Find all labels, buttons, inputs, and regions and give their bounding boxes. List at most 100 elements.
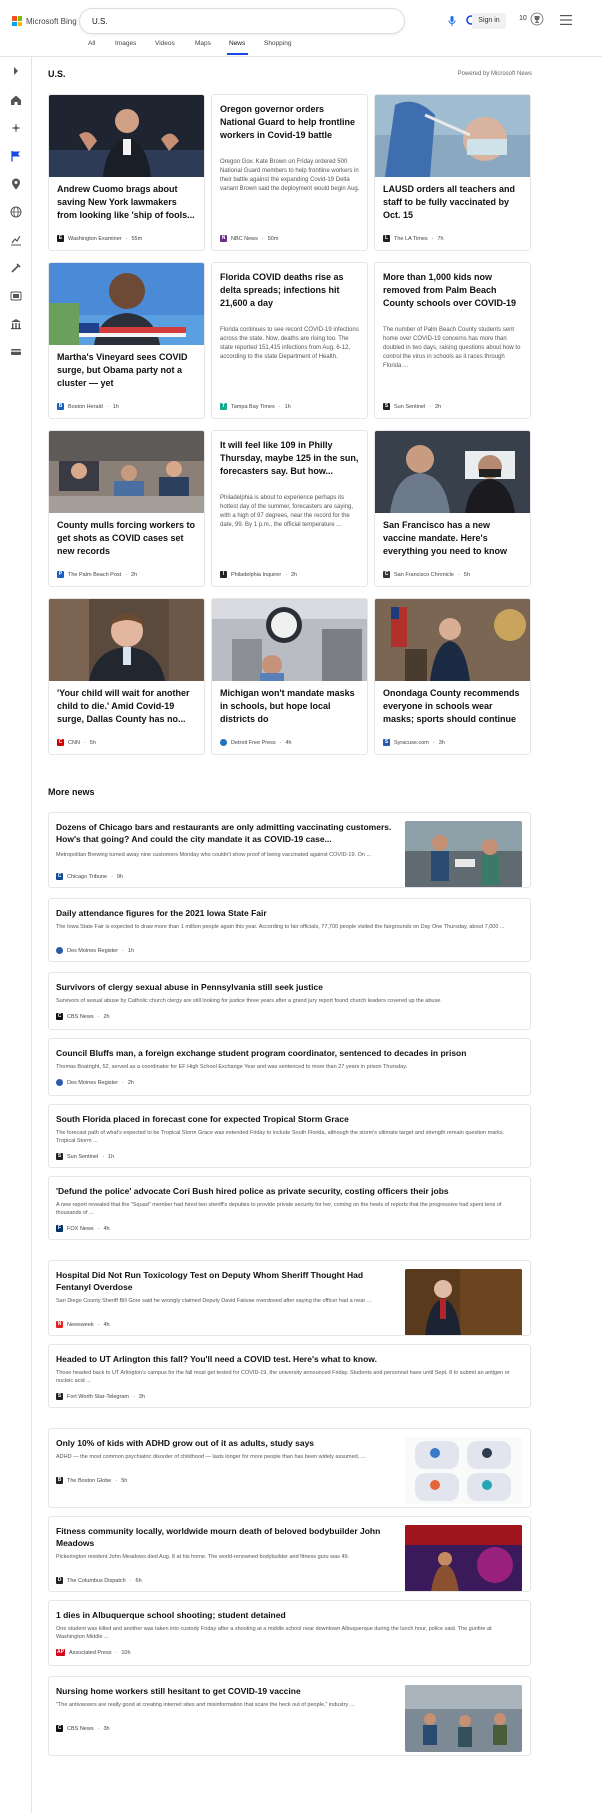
- search-input[interactable]: [92, 13, 332, 29]
- source-name[interactable]: The Columbus Dispatch: [67, 1578, 126, 1584]
- news-card[interactable]: 'Your child will wait for another child …: [48, 598, 205, 755]
- source-name[interactable]: FOX News: [67, 1226, 94, 1232]
- news-title[interactable]: South Florida placed in forecast cone fo…: [56, 1113, 526, 1125]
- source-name[interactable]: Washington Examiner: [68, 236, 122, 242]
- bing-logo[interactable]: Microsoft Bing: [12, 16, 77, 26]
- news-title[interactable]: Dozens of Chicago bars and restaurants a…: [56, 821, 406, 845]
- source-name[interactable]: Des Moines Register: [67, 948, 118, 954]
- news-card[interactable]: Onondaga County recommends everyone in s…: [374, 598, 531, 755]
- news-title[interactable]: Only 10% of kids with ADHD grow out of i…: [56, 1437, 396, 1449]
- rewards-trophy-icon[interactable]: [530, 12, 544, 26]
- science-icon[interactable]: [9, 261, 23, 275]
- source-name[interactable]: Newsweek: [67, 1322, 94, 1328]
- news-title[interactable]: Headed to UT Arlington this fall? You'll…: [56, 1353, 526, 1365]
- sign-in-button[interactable]: Sign in: [472, 13, 506, 29]
- news-title[interactable]: 'Your child will wait for another child …: [57, 687, 197, 726]
- news-title[interactable]: Florida COVID deaths rise as delta sprea…: [220, 271, 360, 310]
- source-name[interactable]: San Francisco Chronicle: [394, 572, 454, 578]
- home-icon[interactable]: [9, 93, 23, 107]
- flag-icon[interactable]: [9, 149, 23, 163]
- news-title[interactable]: Onondaga County recommends everyone in s…: [383, 687, 523, 726]
- politics-icon[interactable]: [9, 317, 23, 331]
- news-title[interactable]: Fitness community locally, worldwide mou…: [56, 1525, 401, 1549]
- more-news-item[interactable]: Dozens of Chicago bars and restaurants a…: [48, 812, 531, 888]
- news-card[interactable]: Oregon governor orders National Guard to…: [211, 94, 368, 251]
- news-title[interactable]: County mulls forcing workers to get shot…: [57, 519, 197, 558]
- news-title[interactable]: Nursing home workers still hesitant to g…: [56, 1685, 396, 1697]
- source-name[interactable]: Detroit Free Press: [231, 740, 276, 746]
- news-card[interactable]: Martha's Vineyard sees COVID surge, but …: [48, 262, 205, 419]
- source-name[interactable]: CNN: [68, 740, 80, 746]
- tab-maps[interactable]: Maps: [195, 40, 211, 47]
- news-title[interactable]: More than 1,000 kids now removed from Pa…: [383, 271, 523, 310]
- more-news-item[interactable]: Nursing home workers still hesitant to g…: [48, 1676, 531, 1756]
- microphone-icon[interactable]: [446, 15, 458, 27]
- tab-news[interactable]: News: [229, 40, 245, 47]
- news-card[interactable]: San Francisco has a new vaccine mandate.…: [374, 430, 531, 587]
- source-name[interactable]: Philadelphia Inquirer: [231, 572, 281, 578]
- source-name[interactable]: The LA Times: [394, 236, 428, 242]
- source-name[interactable]: Sun Sentinel: [67, 1154, 98, 1160]
- news-title[interactable]: Survivors of clergy sexual abuse in Penn…: [56, 981, 526, 993]
- news-card[interactable]: Michigan won't mandate masks in schools,…: [211, 598, 368, 755]
- source-name[interactable]: Syracuse.com: [394, 740, 429, 746]
- source-name[interactable]: Tampa Bay Times: [231, 404, 275, 410]
- more-news-item[interactable]: Survivors of clergy sexual abuse in Penn…: [48, 972, 531, 1030]
- tab-shopping[interactable]: Shopping: [264, 40, 291, 47]
- news-title[interactable]: 'Defund the police' advocate Cori Bush h…: [56, 1185, 526, 1197]
- globe-icon[interactable]: [9, 205, 23, 219]
- expand-icon[interactable]: [9, 64, 23, 78]
- news-title[interactable]: Council Bluffs man, a foreign exchange s…: [56, 1047, 526, 1059]
- news-source: B Boston Herald · 1h: [57, 403, 119, 410]
- news-title[interactable]: Hospital Did Not Run Toxicology Test on …: [56, 1269, 396, 1293]
- news-card[interactable]: More than 1,000 kids now removed from Pa…: [374, 262, 531, 419]
- news-card[interactable]: LAUSD orders all teachers and staff to b…: [374, 94, 531, 251]
- source-name[interactable]: The Boston Globe: [67, 1478, 111, 1484]
- business-icon[interactable]: [9, 233, 23, 247]
- location-icon[interactable]: [9, 177, 23, 191]
- more-news-item[interactable]: Council Bluffs man, a foreign exchange s…: [48, 1038, 531, 1096]
- news-card[interactable]: It will feel like 109 in Philly Thursday…: [211, 430, 368, 587]
- news-card[interactable]: Florida COVID deaths rise as delta sprea…: [211, 262, 368, 419]
- source-name[interactable]: CBS News: [67, 1014, 94, 1020]
- source-name[interactable]: Chicago Tribune: [67, 874, 107, 880]
- news-title[interactable]: It will feel like 109 in Philly Thursday…: [220, 439, 360, 478]
- more-news-item[interactable]: Only 10% of kids with ADHD grow out of i…: [48, 1428, 531, 1508]
- discover-icon[interactable]: [9, 121, 23, 135]
- news-title[interactable]: San Francisco has a new vaccine mandate.…: [383, 519, 523, 558]
- source-name[interactable]: NBC News: [231, 236, 258, 242]
- source-name[interactable]: Boston Herald: [68, 404, 103, 410]
- more-news-item[interactable]: Fitness community locally, worldwide mou…: [48, 1516, 531, 1592]
- source-name[interactable]: Des Moines Register: [67, 1080, 118, 1086]
- source-name[interactable]: The Palm Beach Post: [68, 572, 121, 578]
- tab-images[interactable]: Images: [115, 40, 136, 47]
- news-title[interactable]: Michigan won't mandate masks in schools,…: [220, 687, 360, 726]
- news-title[interactable]: Oregon governor orders National Guard to…: [220, 103, 360, 142]
- more-news-item[interactable]: 'Defund the police' advocate Cori Bush h…: [48, 1176, 531, 1240]
- news-title[interactable]: 1 dies in Albuquerque school shooting; s…: [56, 1609, 526, 1621]
- more-news-item[interactable]: Hospital Did Not Run Toxicology Test on …: [48, 1260, 531, 1336]
- news-title[interactable]: Daily attendance figures for the 2021 Io…: [56, 907, 526, 919]
- entertainment-icon[interactable]: [9, 289, 23, 303]
- more-news-item[interactable]: Daily attendance figures for the 2021 Io…: [48, 898, 531, 962]
- news-title[interactable]: Martha's Vineyard sees COVID surge, but …: [57, 351, 197, 390]
- source-name[interactable]: Sun Sentinel: [394, 404, 425, 410]
- more-news-item[interactable]: 1 dies in Albuquerque school shooting; s…: [48, 1600, 531, 1666]
- more-news-item[interactable]: South Florida placed in forecast cone fo…: [48, 1104, 531, 1168]
- source-name[interactable]: CBS News: [67, 1726, 94, 1732]
- money-icon[interactable]: [9, 345, 23, 359]
- more-news-item[interactable]: Headed to UT Arlington this fall? You'll…: [48, 1344, 531, 1408]
- tab-videos[interactable]: Videos: [155, 40, 175, 47]
- news-title[interactable]: LAUSD orders all teachers and staff to b…: [383, 183, 523, 222]
- news-age: 9h: [116, 873, 124, 880]
- menu-icon[interactable]: [560, 15, 572, 25]
- news-source: F FOX News · 4h: [56, 1225, 110, 1232]
- news-title[interactable]: Andrew Cuomo brags about saving New York…: [57, 183, 197, 222]
- news-card[interactable]: Andrew Cuomo brags about saving New York…: [48, 94, 205, 251]
- source-name[interactable]: Fort Worth Star-Telegram: [67, 1394, 129, 1400]
- source-name[interactable]: Associated Press: [69, 1650, 112, 1656]
- news-card[interactable]: County mulls forcing workers to get shot…: [48, 430, 205, 587]
- tab-all[interactable]: All: [88, 40, 95, 47]
- news-image: [49, 263, 204, 345]
- rewards-count[interactable]: 10: [519, 15, 527, 22]
